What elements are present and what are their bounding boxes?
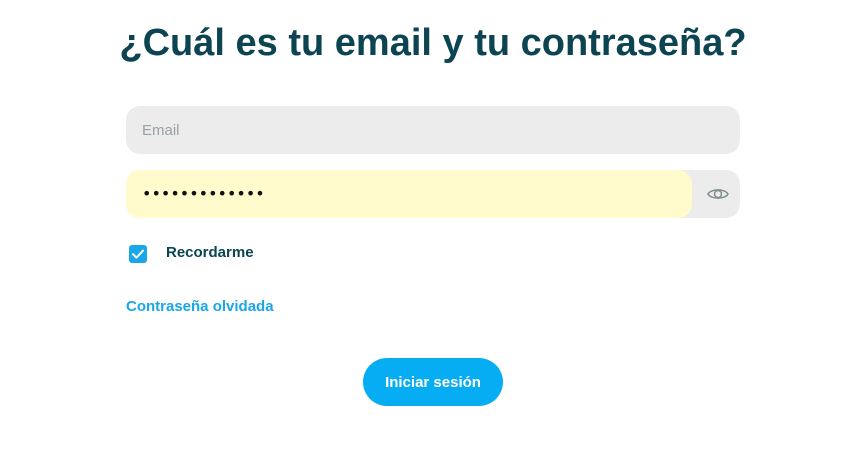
- email-field[interactable]: [126, 106, 740, 154]
- password-masked-value: •••••••••••••: [142, 184, 265, 203]
- eye-icon[interactable]: [706, 182, 730, 206]
- check-icon: [132, 249, 144, 259]
- email-input[interactable]: [126, 106, 740, 154]
- forgot-password-link[interactable]: Contraseña olvidada: [126, 298, 274, 315]
- password-field[interactable]: •••••••••••••: [126, 170, 740, 218]
- page-title: ¿Cuál es tu email y tu contraseña?: [119, 22, 747, 64]
- remember-label[interactable]: Recordarme: [166, 244, 254, 261]
- remember-checkbox[interactable]: [129, 245, 147, 263]
- password-input[interactable]: •••••••••••••: [126, 170, 692, 218]
- login-button[interactable]: Iniciar sesión: [363, 358, 503, 406]
